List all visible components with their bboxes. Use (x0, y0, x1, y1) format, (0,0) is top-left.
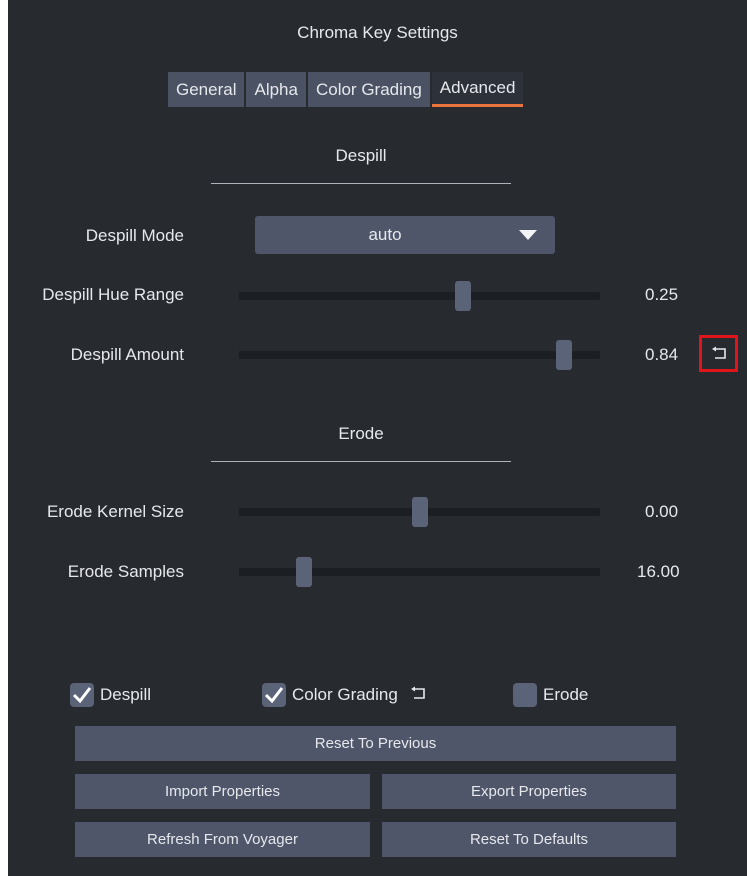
erode-samples-slider[interactable] (239, 557, 600, 587)
despill-section-title: Despill (335, 146, 387, 165)
reset-to-defaults-button[interactable]: Reset To Defaults (382, 822, 676, 857)
despill-mode-dropdown[interactable]: auto (255, 216, 555, 254)
import-properties-button[interactable]: Import Properties (75, 774, 370, 809)
tab-general[interactable]: General (168, 72, 245, 107)
erode-samples-label: Erode Samples (67, 562, 184, 581)
erode-kernel-size-value: 0.00 (645, 502, 679, 521)
refresh-from-voyager-button[interactable]: Refresh From Voyager (75, 822, 370, 857)
color-grading-toggle[interactable]: Color Grading (262, 682, 426, 708)
despill-hue-range-slider[interactable] (239, 281, 600, 311)
slider-thumb[interactable] (454, 281, 471, 311)
erode-kernel-size-label: Erode Kernel Size (46, 502, 184, 521)
despill-amount-label: Despill Amount (70, 345, 184, 364)
erode-section-divider (211, 461, 511, 462)
highlight-box (699, 335, 738, 372)
slider-thumb[interactable] (295, 557, 312, 587)
despill-amount-slider[interactable] (239, 340, 600, 370)
checkbox-unchecked[interactable] (513, 683, 537, 707)
erode-toggle-label: Erode (543, 685, 589, 704)
despill-hue-range-value: 0.25 (645, 285, 679, 304)
erode-samples-value: 16.00 (637, 562, 680, 581)
slider-track (239, 568, 600, 576)
despill-mode-label: Despill Mode (85, 226, 184, 245)
tab-alpha[interactable]: Alpha (246, 72, 306, 107)
export-properties-button[interactable]: Export Properties (382, 774, 676, 809)
despill-section-divider (211, 183, 511, 184)
slider-track (239, 351, 600, 359)
chevron-down-icon (519, 230, 537, 240)
despill-toggle-label: Despill (100, 685, 152, 704)
despill-mode-value: auto (368, 225, 402, 244)
despill-toggle[interactable]: Despill (70, 682, 151, 708)
window-title: Chroma Key Settings (297, 23, 458, 42)
tab-color-grading[interactable]: Color Grading (307, 72, 430, 107)
erode-kernel-size-slider[interactable] (239, 497, 600, 527)
slider-thumb[interactable] (555, 340, 572, 370)
slider-track (239, 292, 600, 300)
erode-section-title: Erode (338, 424, 384, 443)
tab-bar: General Alpha Color Grading Advanced (168, 72, 524, 107)
chroma-key-settings-panel: Chroma Key Settings General Alpha Color … (8, 0, 747, 876)
reset-to-previous-button[interactable]: Reset To Previous (75, 726, 676, 761)
erode-toggle[interactable]: Erode (513, 682, 588, 708)
slider-thumb[interactable] (411, 497, 428, 527)
despill-hue-range-label: Despill Hue Range (42, 285, 184, 304)
color-grading-toggle-label: Color Grading (292, 685, 398, 704)
reset-arrow-icon[interactable] (410, 685, 426, 705)
checkbox-checked[interactable] (70, 683, 94, 707)
despill-amount-value: 0.84 (645, 345, 679, 364)
checkbox-checked[interactable] (262, 683, 286, 707)
tab-advanced[interactable]: Advanced (431, 72, 524, 107)
